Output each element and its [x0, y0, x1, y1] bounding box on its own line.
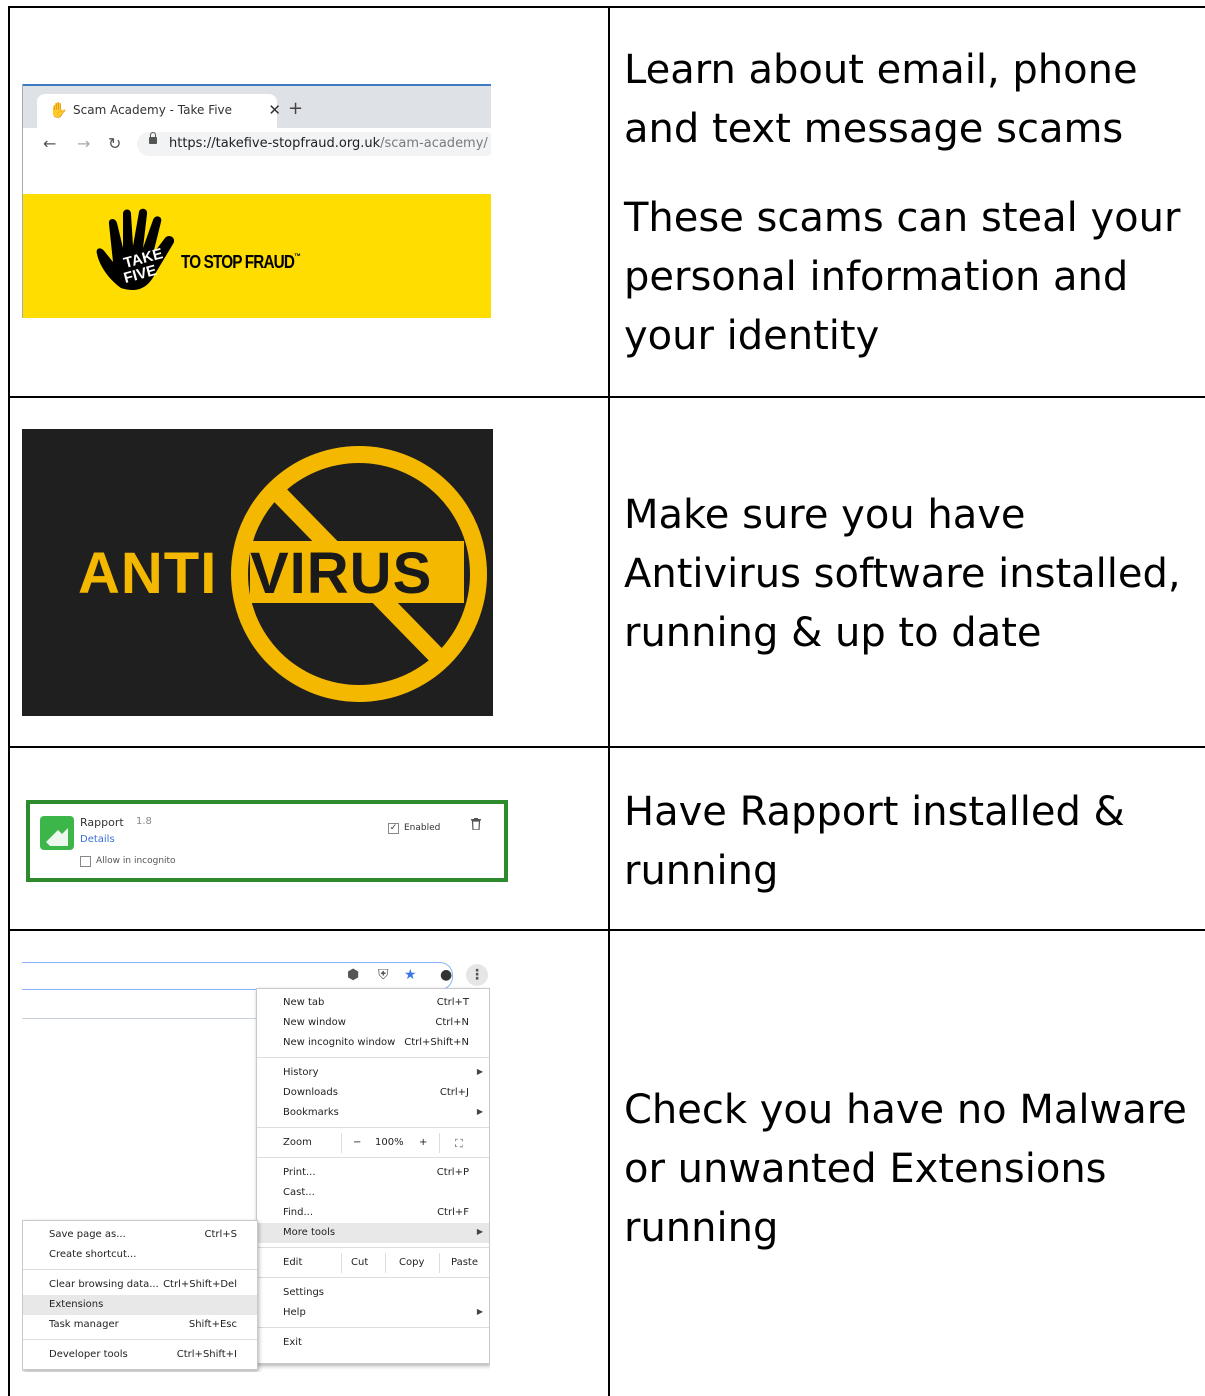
malware-advice: Check you have no Malware or unwanted Ex… [624, 1087, 1187, 1251]
menu-item-zoom: Zoom − 100% + ⛶ [257, 1133, 489, 1153]
enabled-label: Enabled [404, 823, 441, 833]
star-icon[interactable]: ★ [404, 967, 417, 983]
menu-item-new-incognito-window[interactable]: New incognito window Ctrl+Shift+N [257, 1033, 489, 1053]
menu-item-downloads[interactable]: Downloads Ctrl+J [257, 1083, 489, 1103]
hand-favicon-icon: ✋ [49, 101, 68, 119]
new-tab-icon[interactable]: + [288, 98, 303, 119]
row-divider-3 [8, 929, 1205, 931]
rapport-extension-card: Rapport 1.8 Details Allow in incognito ✓… [26, 800, 508, 882]
enabled-checkbox[interactable]: ✓ [388, 823, 399, 834]
back-icon[interactable]: ← [43, 134, 56, 153]
menu-separator [23, 1269, 257, 1270]
paste-button[interactable]: Paste [451, 1257, 478, 1268]
menu-item-more-tools[interactable]: More tools ▶ [257, 1223, 489, 1243]
virus-text: VIRUS [250, 541, 433, 606]
chrome-menu-screenshot: ⬢ ⛨ ★ ● ⋮ New tab Ctrl+T New window Ctrl+N… [22, 962, 490, 1372]
menu-item-edit: Edit Cut Copy Paste [257, 1253, 489, 1273]
tab-strip: ✋ Scam Academy - Take Five ✕ + [23, 84, 491, 130]
row-divider-2 [8, 746, 1205, 748]
url-text: https://takefive-stopfraud.org.uk/scam-a… [169, 136, 488, 151]
menu-item-help[interactable]: Help ▶ [257, 1303, 489, 1323]
incognito-checkbox[interactable] [80, 856, 91, 867]
submenu-item-extensions[interactable]: Extensions [23, 1295, 257, 1315]
submenu-item-clear-browsing-data[interactable]: Clear browsing data... Ctrl+Shift+Del [23, 1275, 257, 1295]
rapport-icon [40, 816, 74, 850]
anti-text: ANTI [78, 541, 218, 606]
address-bar[interactable]: https://takefive-stopfraud.org.uk/scam-a… [137, 132, 491, 156]
submenu-item-create-shortcut[interactable]: Create shortcut... [23, 1245, 257, 1265]
to-stop-fraud-text: TO STOP FRAUD™ [181, 252, 301, 272]
menu-item-print[interactable]: Print... Ctrl+P [257, 1163, 489, 1183]
zoom-out-button[interactable]: − [353, 1137, 361, 1148]
browser-tab[interactable]: ✋ Scam Academy - Take Five ✕ [37, 94, 281, 130]
identity-warning: These scams can steal your personal info… [624, 195, 1181, 359]
antivirus-logo-image: ANTI VIRUS [22, 429, 493, 716]
rapport-advice: Have Rapport installed & running [624, 789, 1125, 894]
row-2-text: Make sure you have Antivirus software in… [624, 486, 1194, 663]
column-divider [608, 6, 610, 1396]
row-divider-1 [8, 396, 1205, 398]
take-five-banner: TAKE FIVE TO STOP FRAUD™ [23, 194, 491, 318]
submenu-item-developer-tools[interactable]: Developer tools Ctrl+Shift+I [23, 1345, 257, 1365]
incognito-label: Allow in incognito [96, 856, 176, 866]
submenu-item-save-page[interactable]: Save page as... Ctrl+S [23, 1225, 257, 1245]
row-1-text: Learn about email, phone and text messag… [624, 41, 1194, 366]
menu-item-exit[interactable]: Exit [257, 1333, 489, 1353]
take-five-hand-icon: TAKE FIVE [96, 208, 175, 291]
antivirus-advice: Make sure you have Antivirus software in… [624, 492, 1181, 656]
trash-icon[interactable] [471, 818, 481, 830]
fullscreen-icon[interactable]: ⛶ [455, 1137, 463, 1151]
zoom-in-button[interactable]: + [419, 1137, 427, 1148]
email-scams-heading: Learn about email, phone and text messag… [624, 47, 1138, 152]
chrome-main-menu: New tab Ctrl+T New window Ctrl+N New incog… [256, 988, 490, 1364]
menu-separator [23, 1339, 257, 1340]
browser-toolbar: ← → ↻ https://takefive-stopfraud.org.uk/… [23, 128, 491, 160]
menu-separator [257, 1127, 489, 1128]
menu-item-history[interactable]: History ▶ [257, 1063, 489, 1083]
more-menu-icon[interactable]: ⋮ [466, 964, 488, 986]
submenu-item-task-manager[interactable]: Task manager Shift+Esc [23, 1315, 257, 1335]
reload-icon[interactable]: ↻ [108, 134, 121, 153]
menu-separator [257, 1057, 489, 1058]
details-link[interactable]: Details [80, 834, 115, 845]
extension-version: 1.8 [136, 816, 152, 827]
menu-item-new-window[interactable]: New window Ctrl+N [257, 1013, 489, 1033]
menu-separator [257, 1247, 489, 1248]
cut-button[interactable]: Cut [351, 1257, 368, 1268]
lock-icon [149, 132, 157, 144]
copy-button[interactable]: Copy [399, 1257, 424, 1268]
menu-item-bookmarks[interactable]: Bookmarks ▶ [257, 1103, 489, 1123]
page-edge [22, 994, 262, 1019]
take-five-browser-screenshot: ✋ Scam Academy - Take Five ✕ + ← → ↻ htt… [22, 84, 491, 318]
more-tools-submenu: Save page as... Ctrl+S Create shortcut...… [22, 1220, 258, 1370]
menu-separator [257, 1157, 489, 1158]
menu-item-new-tab[interactable]: New tab Ctrl+T [257, 993, 489, 1013]
page-header-strip [23, 160, 491, 194]
menu-item-find[interactable]: Find... Ctrl+F [257, 1203, 489, 1223]
menu-separator [257, 1327, 489, 1328]
menu-item-settings[interactable]: Settings [257, 1283, 489, 1303]
zoom-level: 100% [375, 1137, 404, 1148]
extension-name: Rapport [80, 816, 124, 829]
close-icon[interactable]: ✕ [268, 101, 281, 119]
tab-title: Scam Academy - Take Five [73, 103, 233, 117]
extension-icon[interactable]: ⬢ [347, 967, 359, 983]
account-icon[interactable]: ● [440, 967, 452, 983]
row-4-text: Check you have no Malware or unwanted Ex… [624, 1081, 1194, 1258]
menu-separator [257, 1277, 489, 1278]
menu-item-cast[interactable]: Cast... [257, 1183, 489, 1203]
row-3-text: Have Rapport installed & running [624, 783, 1194, 901]
shield-icon[interactable]: ⛨ [378, 967, 389, 983]
forward-icon[interactable]: → [77, 134, 90, 153]
